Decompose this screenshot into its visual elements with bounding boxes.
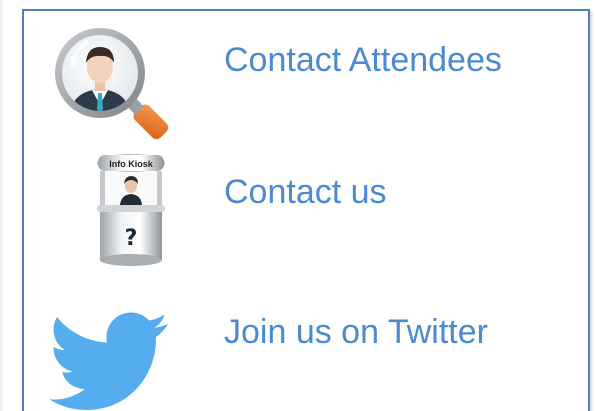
kiosk-sign-text: Info Kiosk: [109, 159, 153, 169]
twitter-label: Join us on Twitter: [224, 313, 488, 351]
panel-shadow: [590, 11, 594, 411]
page: Contact Attendees Info Kiosk ? Contact u…: [0, 0, 596, 411]
contact-us-link[interactable]: Info Kiosk ? Contact us: [24, 146, 588, 276]
twitter-bird-icon[interactable]: [50, 311, 170, 411]
twitter-link[interactable]: Join us on Twitter: [24, 291, 588, 411]
info-kiosk-icon[interactable]: Info Kiosk ?: [94, 152, 168, 270]
page-edge-shadow: [0, 0, 6, 411]
contact-us-label: Contact us: [224, 173, 387, 211]
contact-attendees-label: Contact Attendees: [224, 41, 502, 79]
svg-text:?: ?: [125, 226, 138, 251]
links-panel: Contact Attendees Info Kiosk ? Contact u…: [22, 9, 590, 411]
attendee-search-icon[interactable]: [48, 23, 176, 149]
contact-attendees-link[interactable]: Contact Attendees: [24, 11, 588, 141]
